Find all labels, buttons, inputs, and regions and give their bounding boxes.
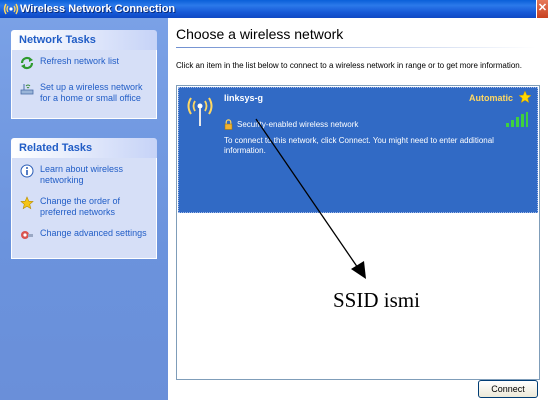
network-tasks-list: Refresh network list Set up a wireless n… bbox=[11, 50, 157, 119]
refresh-network-list-label: Refresh network list bbox=[40, 56, 120, 66]
window-title: Wireless Network Connection bbox=[20, 3, 176, 15]
change-preferred-order-label: Change the order of preferred networks bbox=[40, 196, 121, 217]
network-tasks-panel: Network Tasks Refresh network list Set u… bbox=[11, 30, 157, 119]
heading-divider bbox=[176, 47, 536, 48]
settings-icon bbox=[21, 231, 33, 239]
info-icon bbox=[20, 164, 34, 178]
change-preferred-order-link[interactable]: Change the order of preferred networks bbox=[18, 196, 150, 218]
change-advanced-settings-label: Change advanced settings bbox=[40, 228, 147, 238]
setup-wireless-network-label: Set up a wireless network for a home or … bbox=[40, 82, 143, 103]
related-tasks-list: Learn about wireless networking Change t… bbox=[11, 158, 157, 259]
refresh-network-list-link[interactable]: Refresh network list bbox=[18, 56, 150, 72]
signal-strength-icon bbox=[506, 112, 528, 127]
task-pane: Network Tasks Refresh network list Set u… bbox=[0, 18, 168, 400]
related-tasks-heading[interactable]: Related Tasks bbox=[11, 138, 157, 158]
preferred-star-icon bbox=[518, 90, 532, 104]
star-order-icon bbox=[20, 196, 34, 210]
security-status: Security-enabled wireless network bbox=[237, 120, 359, 129]
connection-mode: Automatic bbox=[468, 93, 513, 103]
learn-wireless-networking-link[interactable]: Learn about wireless networking bbox=[18, 164, 150, 186]
wireless-signal-icon bbox=[187, 97, 213, 126]
title-bar[interactable]: Wireless Network Connection ✕ bbox=[0, 0, 548, 18]
connect-button[interactable]: Connect bbox=[478, 380, 538, 398]
setup-wireless-network-link[interactable]: Set up a wireless network for a home or … bbox=[18, 82, 150, 104]
close-icon: ✕ bbox=[537, 2, 548, 14]
related-tasks-panel: Related Tasks Learn about wireless netwo… bbox=[11, 138, 157, 259]
wireless-network-window: Wireless Network Connection ✕ Network Ta… bbox=[0, 0, 548, 400]
network-item-linksys-g[interactable]: linksys-g Automatic Security-enabled wir… bbox=[178, 87, 538, 213]
instructions-text: Click an item in the list below to conne… bbox=[176, 61, 522, 70]
annotation-label: SSID ismi bbox=[333, 288, 420, 312]
network-ssid: linksys-g bbox=[224, 93, 264, 103]
network-tasks-heading[interactable]: Network Tasks bbox=[11, 30, 157, 50]
learn-wireless-networking-label: Learn about wireless networking bbox=[40, 164, 124, 185]
wireless-network-icon bbox=[3, 3, 19, 15]
change-advanced-settings-link[interactable]: Change advanced settings bbox=[18, 228, 150, 244]
setup-wireless-icon bbox=[20, 84, 34, 95]
network-description: To connect to this network, click Connec… bbox=[224, 136, 494, 155]
lock-icon bbox=[224, 119, 233, 130]
close-button[interactable]: ✕ bbox=[536, 0, 548, 18]
refresh-icon bbox=[20, 56, 34, 70]
network-list-pane: Choose a wireless network Click an item … bbox=[168, 18, 548, 400]
wireless-network-list[interactable]: linksys-g Automatic Security-enabled wir… bbox=[176, 85, 540, 380]
page-title: Choose a wireless network bbox=[176, 26, 344, 42]
